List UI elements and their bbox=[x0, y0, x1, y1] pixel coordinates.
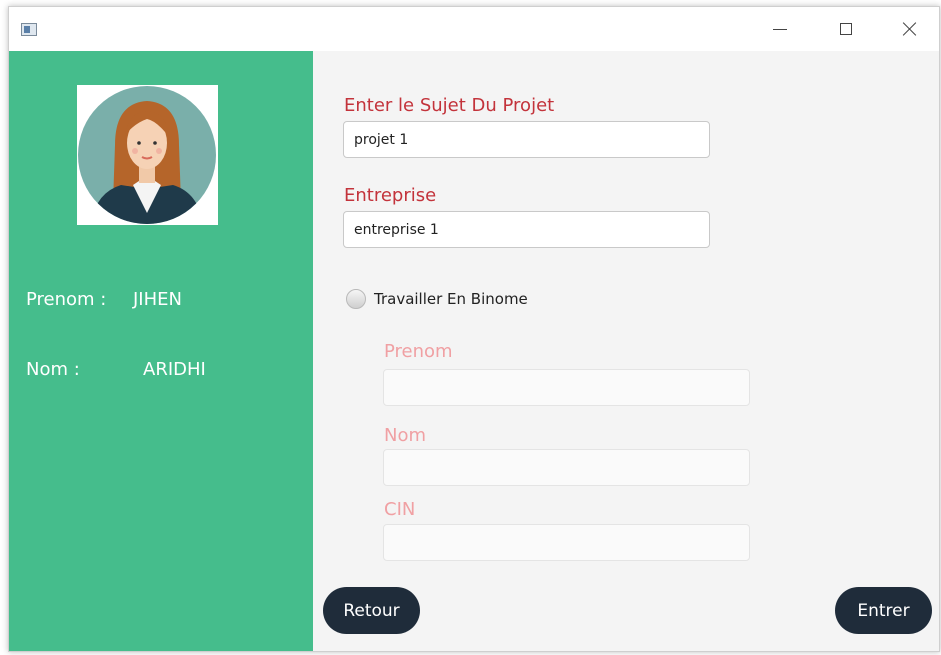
radio-button-icon[interactable] bbox=[346, 289, 366, 309]
binome-cin-input[interactable] bbox=[383, 524, 750, 561]
project-form: Enter le Sujet Du Projet Entreprise Trav… bbox=[313, 51, 939, 651]
entreprise-label: Entreprise bbox=[344, 185, 437, 206]
binome-nom-label: Nom bbox=[384, 425, 427, 446]
app-icon bbox=[21, 23, 37, 36]
user-avatar-icon bbox=[78, 86, 216, 224]
binome-cin-label: CIN bbox=[384, 499, 416, 520]
binome-prenom-input[interactable] bbox=[383, 369, 750, 406]
nom-label: Nom : bbox=[26, 359, 80, 380]
maximize-icon bbox=[840, 23, 852, 35]
close-button[interactable] bbox=[887, 7, 933, 51]
binome-radio[interactable]: Travailler En Binome bbox=[346, 289, 528, 309]
minimize-button[interactable] bbox=[757, 7, 803, 51]
sujet-input[interactable] bbox=[343, 121, 710, 158]
retour-button[interactable]: Retour bbox=[323, 587, 420, 634]
sujet-label: Enter le Sujet Du Projet bbox=[344, 95, 555, 116]
binome-radio-label: Travailler En Binome bbox=[374, 290, 528, 308]
minimize-icon bbox=[773, 28, 787, 30]
avatar bbox=[77, 85, 218, 225]
entreprise-input[interactable] bbox=[343, 211, 710, 248]
maximize-button[interactable] bbox=[823, 7, 869, 51]
binome-prenom-label: Prenom bbox=[384, 341, 453, 362]
prenom-value: JIHEN bbox=[133, 289, 182, 310]
close-icon bbox=[902, 21, 918, 37]
entrer-button[interactable]: Entrer bbox=[835, 587, 932, 634]
title-bar bbox=[9, 7, 939, 51]
user-sidebar: Prenom : JIHEN Nom : ARIDHI bbox=[9, 51, 313, 651]
prenom-label: Prenom : bbox=[26, 289, 107, 310]
app-window: Prenom : JIHEN Nom : ARIDHI Enter le Suj… bbox=[8, 6, 940, 652]
nom-value: ARIDHI bbox=[143, 359, 206, 380]
binome-nom-input[interactable] bbox=[383, 449, 750, 486]
